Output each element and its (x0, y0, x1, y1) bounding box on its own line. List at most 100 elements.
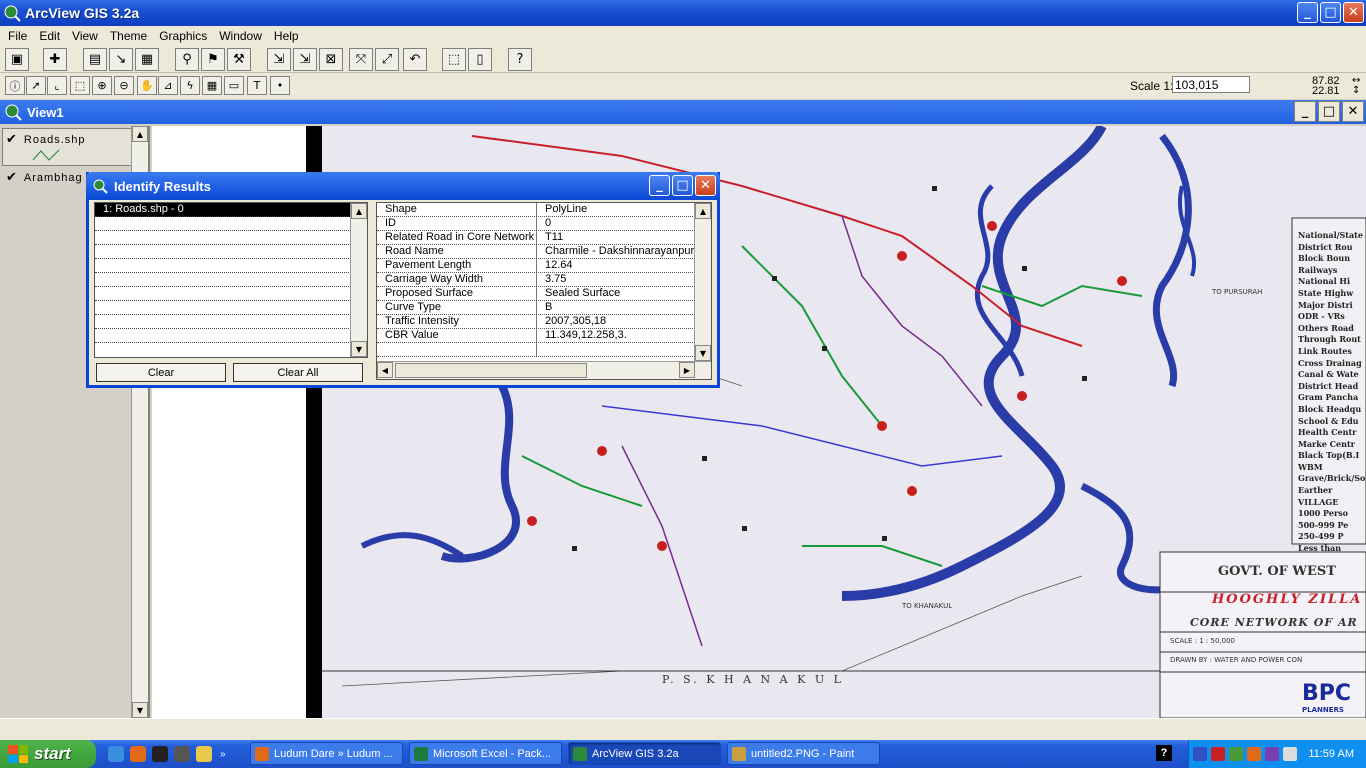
zoom-active-themes-icon[interactable]: ⇲ (293, 48, 317, 71)
open-table-icon[interactable]: ▦ (135, 48, 159, 71)
start-button[interactable]: start (0, 740, 96, 768)
measure-icon[interactable]: ⊿ (158, 76, 178, 95)
identify-maximize-button[interactable]: □ (672, 175, 693, 196)
scroll-up-icon[interactable]: ▲ (695, 203, 711, 219)
identify-close-button[interactable]: ✕ (695, 175, 716, 196)
quick-launch-chevron-icon[interactable]: » (220, 749, 226, 760)
scroll-right-icon[interactable]: ▶ (679, 362, 695, 378)
minimize-button[interactable]: _ (1297, 2, 1318, 23)
menu-help[interactable]: Help (268, 29, 305, 43)
attribute-row[interactable]: CBR Value 11.349,12.258,3. (377, 329, 711, 343)
select-feature-tool-icon[interactable]: ⬚ (70, 76, 90, 95)
zoom-previous-icon[interactable]: ↶ (403, 48, 427, 71)
folder-icon[interactable] (196, 746, 212, 762)
zoom-selected-icon[interactable]: ⊠ (319, 48, 343, 71)
scroll-up-icon[interactable]: ▲ (351, 203, 367, 219)
list-item[interactable] (95, 329, 367, 343)
volume-icon[interactable] (1283, 747, 1297, 761)
attribute-row[interactable]: Curve Type B (377, 301, 711, 315)
scroll-up-icon[interactable]: ▲ (132, 126, 148, 142)
toc-item-roads[interactable]: ✔ Roads.shp (6, 132, 86, 147)
maximize-button[interactable]: □ (1320, 2, 1341, 23)
console-icon[interactable] (152, 746, 168, 762)
attribute-row[interactable]: Pavement Length 12.64 (377, 259, 711, 273)
attribute-row[interactable]: Traffic Intensity 2007,305,18 (377, 315, 711, 329)
security-icon[interactable] (1247, 747, 1261, 761)
identify-tool-icon[interactable]: ⓘ (5, 76, 25, 95)
ati-icon[interactable] (1211, 747, 1225, 761)
taskbar-item-excel[interactable]: Microsoft Excel - Pack... (409, 742, 562, 765)
view-minimize-button[interactable]: _ (1294, 101, 1316, 122)
attribute-row[interactable]: Shape PolyLine (377, 203, 711, 217)
toc-item-arambhag[interactable]: ✔ Arambhag (6, 170, 83, 185)
attribute-table[interactable]: Shape PolyLine ID 0 Related Road in Core Net… (376, 202, 712, 380)
identify-minimize-button[interactable]: _ (649, 175, 670, 196)
tray-app-icon[interactable] (1265, 747, 1279, 761)
scroll-left-icon[interactable]: ◀ (377, 362, 393, 378)
taskbar-item-arcview[interactable]: ArcView GIS 3.2a (568, 742, 721, 765)
view-maximize-button[interactable]: □ (1318, 101, 1340, 122)
add-theme-icon[interactable]: ✚ (43, 48, 67, 71)
attribute-row[interactable]: Carriage Way Width 3.75 (377, 273, 711, 287)
edit-legend-icon[interactable]: ↘ (109, 48, 133, 71)
help-tray-icon[interactable]: ? (1156, 745, 1172, 761)
pan-icon[interactable]: ✋ (137, 76, 157, 95)
query-builder-icon[interactable]: ⚒ (227, 48, 251, 71)
save-project-icon[interactable]: ▣ (5, 48, 29, 71)
list-item[interactable] (95, 301, 367, 315)
select-features-icon[interactable]: ⬚ (442, 48, 466, 71)
attributes-hscroll[interactable]: ◀ ▶ (377, 361, 711, 379)
list-item[interactable] (95, 287, 367, 301)
attribute-row[interactable]: Road Name Charmile - Dakshinnarayanpur (377, 245, 711, 259)
help-icon[interactable]: ? (508, 48, 532, 71)
menu-window[interactable]: Window (213, 29, 268, 43)
pointer-tool-icon[interactable]: ➚ (26, 76, 46, 95)
theme-properties-icon[interactable]: ▤ (83, 48, 107, 71)
clear-selection-icon[interactable]: ▯ (468, 48, 492, 71)
attribute-row[interactable]: Related Road in Core Network T11 (377, 231, 711, 245)
attribute-row[interactable]: Proposed Surface Sealed Surface (377, 287, 711, 301)
attribute-row[interactable]: ID 0 (377, 217, 711, 231)
firefox-icon[interactable] (130, 746, 146, 762)
checkmark-icon[interactable]: ✔ (6, 132, 18, 147)
clear-button[interactable]: Clear (96, 363, 226, 382)
menu-graphics[interactable]: Graphics (153, 29, 213, 43)
hotlink-icon[interactable]: ϟ (180, 76, 200, 95)
clear-all-button[interactable]: Clear All (233, 363, 363, 382)
draw-icon[interactable]: ▭ (224, 76, 244, 95)
checkmark-icon[interactable]: ✔ (6, 170, 18, 185)
menu-edit[interactable]: Edit (33, 29, 66, 43)
menu-theme[interactable]: Theme (104, 29, 153, 43)
vertex-edit-icon[interactable]: ⌞ (47, 76, 67, 95)
draw-point-icon[interactable]: • (270, 76, 290, 95)
scroll-down-icon[interactable]: ▼ (132, 702, 148, 718)
scroll-down-icon[interactable]: ▼ (351, 341, 367, 357)
zoom-out-fixed-icon[interactable]: ⤢ (375, 48, 399, 71)
list-item[interactable] (95, 231, 367, 245)
identify-results-list[interactable]: 1: Roads.shp - 0 ▲ ▼ (94, 202, 368, 358)
menu-view[interactable]: View (66, 29, 104, 43)
scale-input[interactable] (1172, 76, 1250, 93)
area-of-interest-icon[interactable]: ▦ (202, 76, 222, 95)
list-item[interactable] (95, 259, 367, 273)
list-item[interactable] (95, 245, 367, 259)
zoom-out-icon[interactable]: ⊖ (114, 76, 134, 95)
list-item[interactable] (95, 217, 367, 231)
result-item[interactable]: 1: Roads.shp - 0 (95, 203, 367, 217)
list-item[interactable] (95, 273, 367, 287)
zoom-in-icon[interactable]: ⊕ (92, 76, 112, 95)
close-button[interactable]: ✕ (1343, 2, 1364, 23)
scroll-thumb[interactable] (395, 363, 587, 378)
text-tool-icon[interactable]: T (247, 76, 267, 95)
attributes-vscroll[interactable]: ▲ ▼ (694, 203, 711, 361)
tray-app-icon[interactable] (1229, 747, 1243, 761)
taskbar-item-paint[interactable]: untitled2.PNG - Paint (727, 742, 880, 765)
find-icon[interactable]: ⚲ (175, 48, 199, 71)
view-close-button[interactable]: ✕ (1342, 101, 1364, 122)
app-icon[interactable] (174, 746, 190, 762)
ie-icon[interactable] (108, 746, 124, 762)
network-icon[interactable] (1193, 747, 1207, 761)
zoom-in-fixed-icon[interactable]: ⤧ (349, 48, 373, 71)
taskbar-item-ludum[interactable]: Ludum Dare » Ludum ... (250, 742, 403, 765)
zoom-full-extent-icon[interactable]: ⇲ (267, 48, 291, 71)
